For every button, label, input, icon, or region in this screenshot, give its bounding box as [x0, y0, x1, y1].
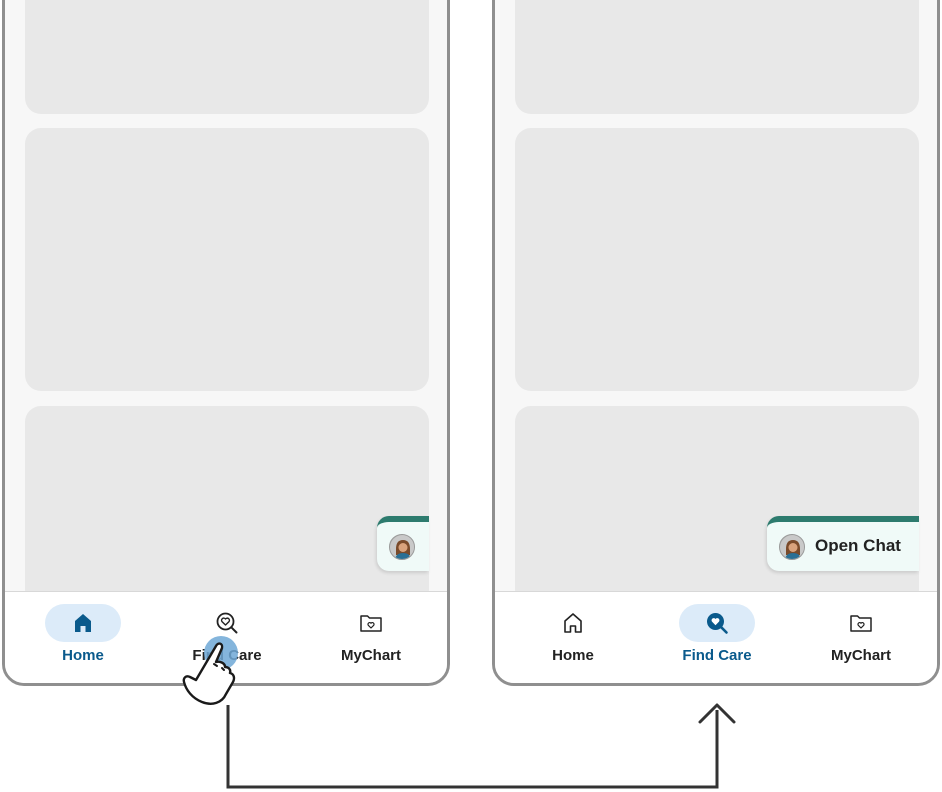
nav-label-home: Home — [552, 647, 594, 664]
content-card-placeholder — [25, 406, 429, 606]
nav-item-find-care[interactable]: Find Care — [643, 592, 791, 683]
content-card-placeholder — [515, 406, 919, 606]
content-card-placeholder — [515, 128, 919, 391]
nav-label-find-care: Find Care — [682, 647, 752, 664]
nav-item-home[interactable]: Home — [9, 592, 157, 683]
chat-fab-collapsed[interactable] — [377, 516, 429, 571]
bottom-nav-bar: Home Find Care MyChart — [495, 591, 937, 683]
arrow-up-icon — [698, 703, 736, 724]
mychart-folder-icon — [360, 615, 382, 632]
nav-item-mychart[interactable]: MyChart — [787, 592, 935, 683]
mychart-folder-icon — [850, 615, 872, 632]
content-card-placeholder — [515, 0, 919, 114]
nav-item-home[interactable]: Home — [499, 592, 647, 683]
agent-avatar-icon — [389, 534, 415, 560]
open-chat-label: Open Chat — [815, 536, 901, 555]
content-card-placeholder — [25, 0, 429, 114]
find-care-icon — [707, 613, 728, 634]
home-icon — [564, 613, 582, 633]
agent-avatar-icon — [779, 534, 805, 560]
open-chat-button[interactable]: Open Chat — [767, 516, 919, 571]
nav-label-mychart: MyChart — [830, 647, 891, 664]
nav-label-home: Home — [62, 647, 104, 664]
nav-item-mychart[interactable]: MyChart — [297, 592, 445, 683]
phone-screen-before: Home Find Care MyChart — [2, 0, 450, 686]
connector-line — [226, 705, 719, 789]
tap-hand-icon — [182, 636, 238, 705]
content-card-placeholder — [25, 128, 429, 391]
nav-label-mychart: MyChart — [340, 647, 401, 664]
phone-screen-after: Open Chat Home Find Care MyChart — [492, 0, 940, 686]
home-icon — [75, 614, 91, 632]
